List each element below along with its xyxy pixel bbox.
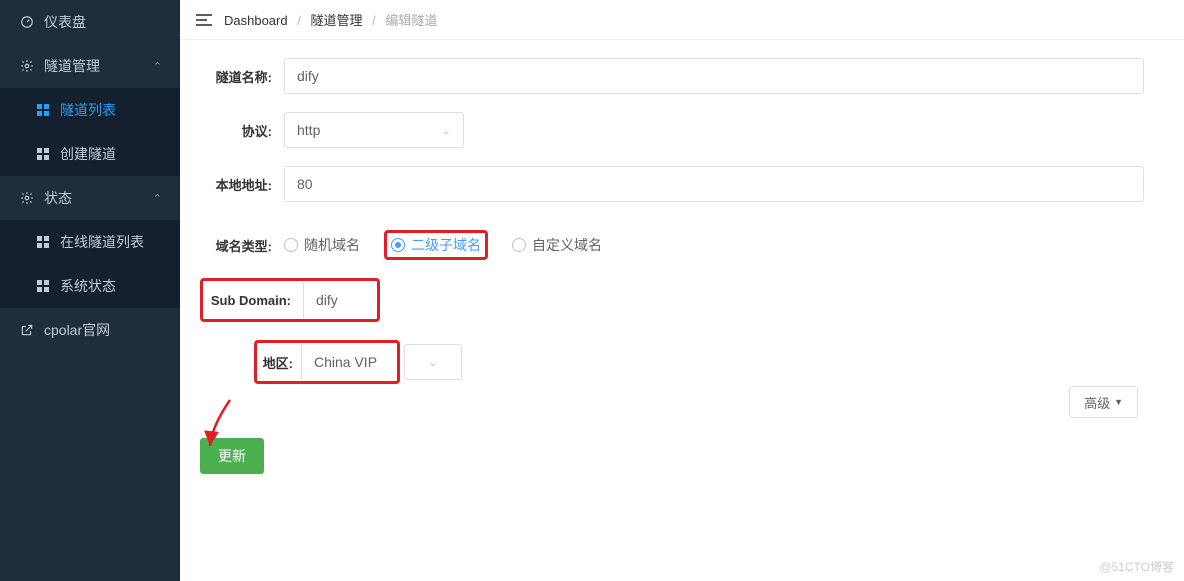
radio-circle-icon <box>284 238 298 252</box>
radio-custom-domain[interactable]: 自定义域名 <box>512 235 602 255</box>
sidebar-item-label: 在线隧道列表 <box>60 232 144 252</box>
advanced-label: 高级 <box>1084 393 1110 412</box>
radio-label: 自定义域名 <box>532 235 602 255</box>
radio-circle-icon <box>512 238 526 252</box>
sidebar-item-online-tunnels[interactable]: 在线隧道列表 <box>0 220 180 264</box>
sidebar-item-label: 状态 <box>44 188 72 208</box>
grid-icon <box>36 147 50 161</box>
highlight-region-field: 地区: <box>254 340 400 384</box>
protocol-value: http <box>297 122 320 138</box>
sidebar-item-create-tunnel[interactable]: 创建隧道 <box>0 132 180 176</box>
chevron-up-icon: ⌃ <box>153 60 162 73</box>
domain-type-radios: 随机域名 二级子域名 自定义域名 <box>284 230 602 260</box>
gauge-icon <box>20 15 34 29</box>
subdomain-label: Sub Domain: <box>203 293 303 308</box>
topbar: Dashboard / 隧道管理 / 编辑隧道 <box>180 0 1184 40</box>
crumb-sep: / <box>372 13 376 28</box>
grid-icon <box>36 103 50 117</box>
sidebar-item-label: 隧道列表 <box>60 100 116 120</box>
sidebar-item-label: cpolar官网 <box>44 320 110 340</box>
tunnel-name-label: 隧道名称: <box>200 67 284 86</box>
sidebar-item-tunnel-list[interactable]: 隧道列表 <box>0 88 180 132</box>
local-addr-label: 本地地址: <box>200 175 284 194</box>
crumb-sep: / <box>297 13 301 28</box>
sidebar-item-label: 系统状态 <box>60 276 116 296</box>
chevron-down-icon: ⌄ <box>442 124 451 137</box>
sidebar: 仪表盘 隧道管理 ⌃ 隧道列表 创建隧道 状态 ⌃ 在线隧道列表 <box>0 0 180 581</box>
tunnel-name-input[interactable] <box>284 58 1144 94</box>
highlight-subdomain-field: Sub Domain: <box>200 278 380 322</box>
radio-subdomain[interactable]: 二级子域名 <box>391 235 481 255</box>
region-input[interactable] <box>301 344 397 380</box>
region-dropdown-toggle[interactable]: ⌄ <box>404 344 462 380</box>
crumb-mid[interactable]: 隧道管理 <box>310 13 362 28</box>
submit-button[interactable]: 更新 <box>200 438 264 474</box>
form: 隧道名称: 协议: http ⌄ 本地地址: 域名类型: 随 <box>180 40 1184 474</box>
sidebar-item-label: 仪表盘 <box>44 12 86 32</box>
sidebar-item-system-status[interactable]: 系统状态 <box>0 264 180 308</box>
protocol-select[interactable]: http ⌄ <box>284 112 464 148</box>
breadcrumb: Dashboard / 隧道管理 / 编辑隧道 <box>224 10 437 29</box>
highlight-subdomain-option: 二级子域名 <box>384 230 488 260</box>
subdomain-input[interactable] <box>303 282 377 318</box>
caret-down-icon: ▼ <box>1114 397 1123 407</box>
menu-toggle-icon[interactable] <box>196 14 212 26</box>
sidebar-item-label: 隧道管理 <box>44 56 100 76</box>
radio-circle-icon <box>391 238 405 252</box>
chevron-down-icon: ⌄ <box>428 356 437 369</box>
main: Dashboard / 隧道管理 / 编辑隧道 隧道名称: 协议: http ⌄ <box>180 0 1184 581</box>
protocol-label: 协议: <box>200 121 284 140</box>
crumb-leaf: 编辑隧道 <box>385 13 437 28</box>
local-addr-input[interactable] <box>284 166 1144 202</box>
sidebar-group-status[interactable]: 状态 ⌃ <box>0 176 180 220</box>
sidebar-group-tunnel[interactable]: 隧道管理 ⌃ <box>0 44 180 88</box>
advanced-button[interactable]: 高级 ▼ <box>1069 386 1138 418</box>
external-link-icon <box>20 323 34 337</box>
sidebar-item-label: 创建隧道 <box>60 144 116 164</box>
sidebar-item-dashboard[interactable]: 仪表盘 <box>0 0 180 44</box>
grid-icon <box>36 279 50 293</box>
watermark: @51CTO博客 <box>1099 558 1174 575</box>
crumb-root[interactable]: Dashboard <box>224 13 288 28</box>
sidebar-item-cpolar-site[interactable]: cpolar官网 <box>0 308 180 352</box>
region-label: 地区: <box>257 353 301 372</box>
gear-icon <box>20 191 34 205</box>
radio-label: 随机域名 <box>304 235 360 255</box>
domain-type-label: 域名类型: <box>200 236 284 255</box>
gear-icon <box>20 59 34 73</box>
grid-icon <box>36 235 50 249</box>
radio-random-domain[interactable]: 随机域名 <box>284 235 360 255</box>
radio-label: 二级子域名 <box>411 235 481 255</box>
chevron-up-icon: ⌃ <box>153 192 162 205</box>
